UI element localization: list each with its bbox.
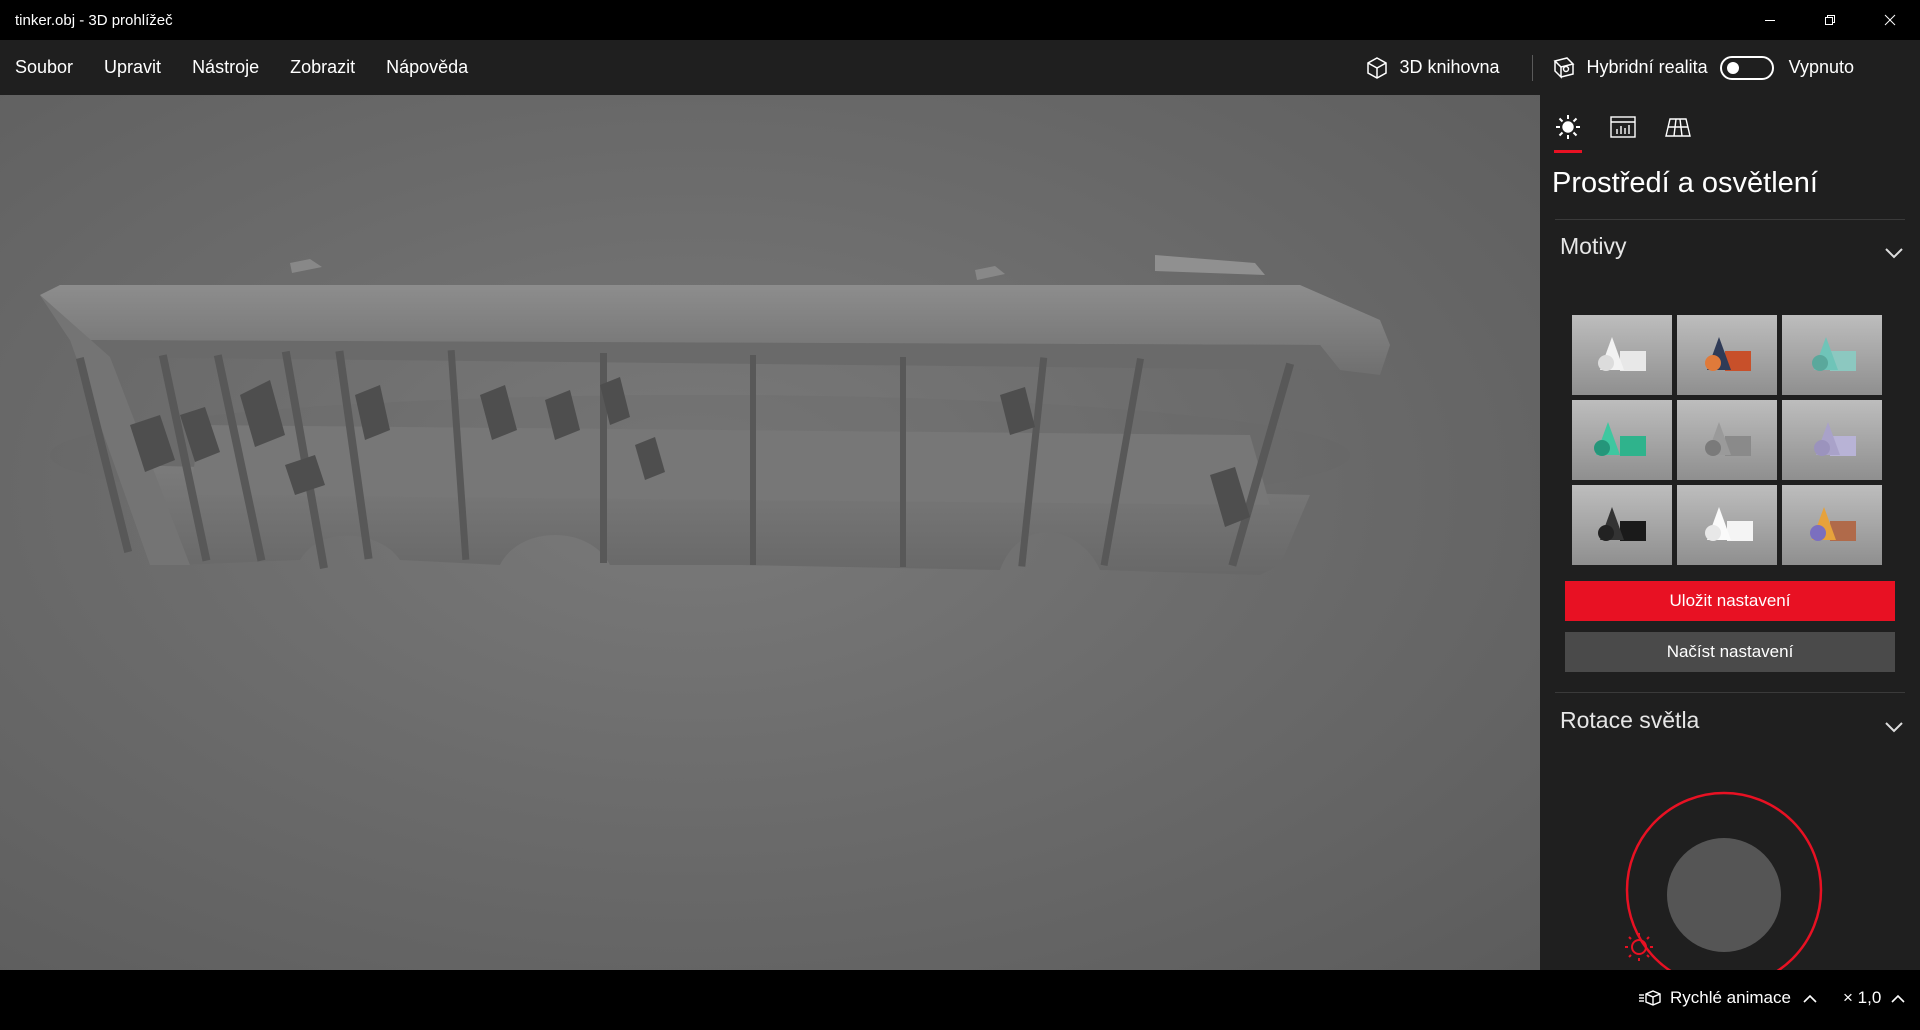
restore-icon <box>1825 15 1835 25</box>
sun-icon <box>1556 115 1580 139</box>
rotation-center-disc <box>1667 838 1781 952</box>
menu-help[interactable]: Nápověda <box>386 57 468 78</box>
window-title: tinker.obj - 3D prohlížeč <box>15 11 173 29</box>
themes-section-title: Motivy <box>1560 233 1627 259</box>
menu-view[interactable]: Zobrazit <box>290 57 355 78</box>
statistics-icon <box>1610 116 1636 138</box>
speed-label: × 1,0 <box>1843 988 1882 1007</box>
close-icon <box>1884 14 1896 26</box>
menu-right-group: 3D knihovna Hybridní realita Vypnuto <box>1365 40 1920 95</box>
minimize-button[interactable] <box>1740 0 1800 40</box>
theme-white-bright-thumbnail[interactable] <box>1677 485 1777 565</box>
tab-environment-lighting[interactable] <box>1554 113 1582 153</box>
mixed-reality-toggle[interactable] <box>1719 55 1774 80</box>
mixed-reality-state: Vypnuto <box>1788 57 1854 77</box>
theme-lavender-thumbnail[interactable] <box>1782 400 1882 480</box>
save-settings-button[interactable]: Uložit nastavení <box>1565 581 1895 621</box>
minimize-icon <box>1765 20 1775 21</box>
menu-bar: Soubor Upravit Nástroje Zobrazit Nápověd… <box>0 40 1920 95</box>
3d-library-label: 3D knihovna <box>1399 57 1500 77</box>
mixed-reality-icon <box>1553 56 1575 79</box>
themes-section-header[interactable]: Motivy <box>1560 233 1905 260</box>
menu-tools[interactable]: Nástroje <box>192 57 259 78</box>
theme-green-thumbnail[interactable] <box>1572 400 1672 480</box>
theme-orange-navy-thumbnail[interactable] <box>1677 315 1777 395</box>
menu-edit[interactable]: Upravit <box>104 57 161 78</box>
load-settings-button[interactable]: Načíst nastavení <box>1565 632 1895 672</box>
chevron-down-icon <box>1885 712 1903 739</box>
main-menu: Soubor Upravit Nástroje Zobrazit Nápověd… <box>15 57 499 78</box>
speed-selector[interactable]: × 1,0 <box>1843 988 1905 1008</box>
mixed-reality-label: Hybridní realita <box>1586 57 1708 77</box>
restore-button[interactable] <box>1800 0 1860 40</box>
title-bar: tinker.obj - 3D prohlížeč <box>0 0 1920 40</box>
status-bar: Rychlé animace × 1,0 <box>0 970 1920 1030</box>
theme-purple-orange-thumbnail[interactable] <box>1782 485 1882 565</box>
menu-separator <box>1531 54 1533 81</box>
3d-library-button[interactable]: 3D knihovna <box>1365 56 1500 80</box>
bus-model[interactable] <box>0 95 1540 970</box>
theme-grid <box>1572 315 1890 565</box>
section-divider <box>1555 219 1905 220</box>
window-controls <box>1740 0 1920 40</box>
animation-label: Rychlé animace <box>1670 988 1791 1007</box>
chevron-up-icon <box>1803 994 1817 1003</box>
light-rotation-section-header[interactable]: Rotace světla <box>1560 707 1905 734</box>
chevron-up-icon <box>1891 994 1905 1003</box>
close-button[interactable] <box>1860 0 1920 40</box>
panel-title: Prostředí a osvětlení <box>1552 167 1818 199</box>
section-divider <box>1555 692 1905 693</box>
panel-tabs <box>1554 113 1719 153</box>
theme-teal-thumbnail[interactable] <box>1782 315 1882 395</box>
animation-cube-icon <box>1639 990 1661 1006</box>
theme-black-thumbnail[interactable] <box>1572 485 1672 565</box>
chevron-down-icon <box>1885 238 1903 265</box>
theme-white-thumbnail[interactable] <box>1572 315 1672 395</box>
cube-icon <box>1367 56 1388 79</box>
menu-file[interactable]: Soubor <box>15 57 73 78</box>
toggle-knob <box>1726 61 1739 74</box>
theme-gray-thumbnail[interactable] <box>1677 400 1777 480</box>
grid-icon <box>1665 118 1691 137</box>
mixed-reality-group: Hybridní realita Vypnuto <box>1551 55 1920 80</box>
light-rotation-section-title: Rotace světla <box>1560 707 1700 733</box>
environment-panel: Prostředí a osvětlení Motivy Uložit nast… <box>1540 95 1920 970</box>
tab-statistics[interactable] <box>1609 113 1637 141</box>
animation-selector[interactable]: Rychlé animace <box>1638 988 1825 1008</box>
light-rotation-control[interactable] <box>1624 790 1824 970</box>
tab-grid-view[interactable] <box>1664 113 1692 141</box>
3d-viewport[interactable] <box>0 95 1540 970</box>
